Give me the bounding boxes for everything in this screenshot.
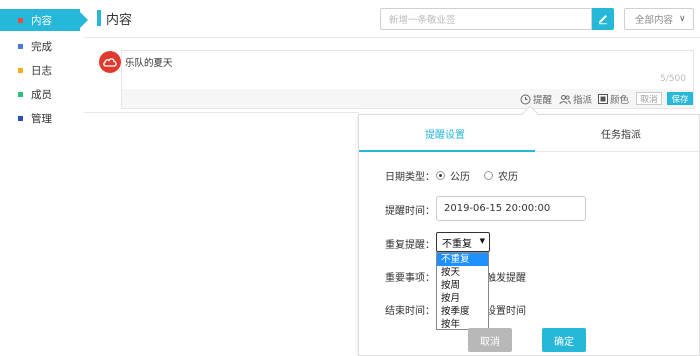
active-tab-indicator (359, 150, 535, 152)
compose-text[interactable]: 乐队的夏天 (125, 55, 173, 69)
repeat-option[interactable]: 按天 (437, 266, 488, 279)
tab-task-assign[interactable]: 任务指派 (601, 126, 641, 141)
radio-lunar[interactable]: 农历 (484, 168, 518, 183)
sidebar-item-label: 日志 (31, 64, 52, 77)
color-label: 颜色 (610, 95, 630, 106)
divider (84, 112, 359, 113)
filter-select[interactable]: 全部内容 ∨ (624, 8, 694, 30)
remind-label: 提醒 (533, 95, 553, 106)
clock-icon (520, 94, 531, 104)
sidebar-item-manage[interactable]: 管理 (0, 107, 84, 129)
sidebar-item-label: 完成 (31, 40, 52, 53)
popup-cancel-button[interactable]: 取消 (468, 328, 512, 352)
nav-dot-icon (18, 67, 23, 73)
sidebar-item-label: 成员 (31, 88, 52, 101)
remind-time-input[interactable]: 2019-06-15 20:00:00 (436, 196, 586, 221)
new-note-input[interactable]: 新增一条敬业签 (380, 8, 592, 30)
avatar (99, 51, 121, 73)
end-time-option-text[interactable]: 设置时间 (486, 302, 526, 317)
repeat-select[interactable]: 不重复 ▼ (436, 232, 490, 252)
title-accent-bar (97, 10, 101, 26)
sidebar-item-label: 管理 (31, 112, 52, 125)
repeat-option[interactable]: 按季度 (437, 305, 488, 318)
important-label: 重要事项： (385, 273, 435, 284)
nav-dot-icon (18, 43, 23, 49)
end-time-label: 结束时间： (385, 306, 435, 317)
page-title: 内容 (106, 13, 133, 28)
repeat-label: 重复提醒： (385, 240, 435, 251)
repeat-option[interactable]: 按周 (437, 279, 488, 292)
dropdown-arrow-icon: ▼ (479, 237, 485, 245)
repeat-option[interactable]: 不重复 (437, 253, 488, 266)
cloud-logo-icon (103, 58, 117, 67)
popup-confirm-button[interactable]: 确定 (542, 328, 586, 352)
radio-label: 农历 (498, 172, 518, 183)
repeat-option[interactable]: 按月 (437, 292, 488, 305)
sidebar-item-log[interactable]: 日志 (0, 59, 84, 81)
char-count: 5/500 (660, 74, 686, 84)
divider (84, 37, 700, 38)
repeat-selected-value: 不重复 (442, 238, 472, 250)
color-tool[interactable]: 颜色 (598, 92, 629, 106)
sidebar-item-content[interactable]: 内容 (0, 9, 88, 31)
remind-tool[interactable]: 提醒 (520, 92, 552, 106)
sidebar: 内容 完成 日志 成员 管理 (0, 0, 88, 356)
tab-remind-settings[interactable]: 提醒设置 (425, 126, 465, 141)
chevron-down-icon: ∨ (679, 14, 686, 24)
repeat-dropdown-list: 不重复 按天 按周 按月 按季度 按年 (436, 252, 489, 330)
assign-label: 指派 (573, 95, 593, 106)
compose-cancel-button[interactable]: 取消 (636, 92, 662, 105)
radio-unchecked-icon (484, 171, 493, 180)
remind-time-label: 提醒时间： (385, 206, 435, 217)
radio-label: 公历 (450, 172, 470, 183)
sidebar-item-members[interactable]: 成员 (0, 83, 84, 105)
sidebar-item-label: 内容 (31, 14, 52, 27)
nav-dot-icon (18, 91, 23, 97)
radio-checked-icon (436, 171, 445, 180)
color-square-icon (598, 94, 608, 104)
assign-tool[interactable]: 指派 (559, 92, 592, 106)
compose-save-button[interactable]: 保存 (667, 92, 693, 105)
nav-dot-icon (18, 115, 23, 121)
radio-solar[interactable]: 公历 (436, 168, 470, 183)
important-option-text[interactable]: 触发提醒 (486, 269, 526, 284)
nav-dot-icon (18, 17, 23, 23)
sidebar-item-complete[interactable]: 完成 (0, 35, 84, 57)
pencil-icon (599, 15, 607, 25)
filter-value: 全部内容 (635, 15, 674, 26)
edit-button[interactable] (592, 8, 614, 30)
date-type-label: 日期类型： (385, 172, 435, 183)
users-icon (559, 94, 571, 104)
